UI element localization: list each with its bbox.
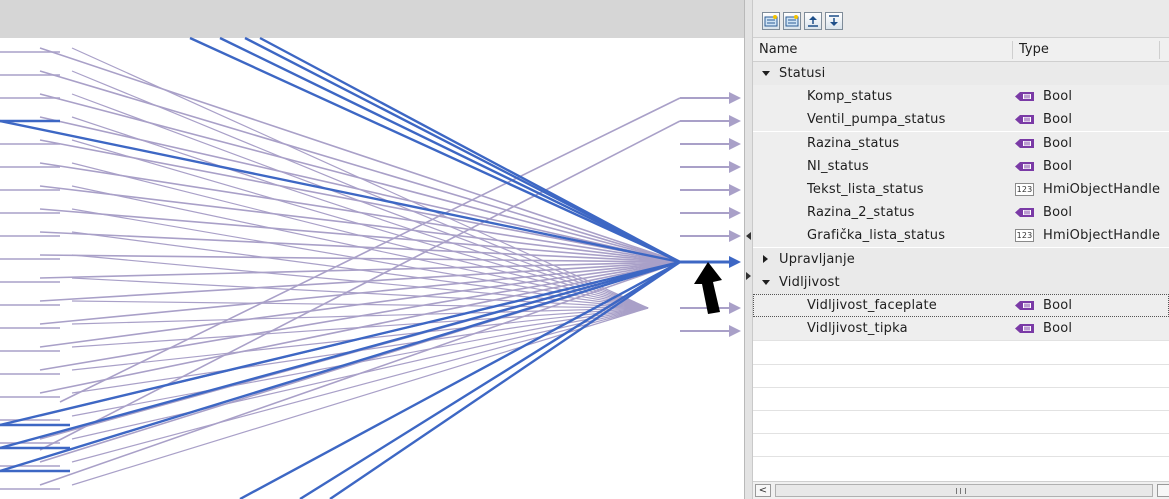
int-icon: 123 <box>1015 183 1034 196</box>
bool-type-icon <box>1015 323 1035 334</box>
move-down-icon <box>829 15 839 26</box>
tag-row[interactable]: NI_status Bool <box>753 154 1169 178</box>
tag-type: HmiObjectHandle <box>1043 228 1161 244</box>
tag-type: Bool <box>1043 89 1073 105</box>
scroll-right-button[interactable] <box>1157 484 1169 497</box>
tag-type: HmiObjectHandle <box>1043 182 1161 197</box>
tree-group-vidljivost[interactable]: Vidljivost <box>753 270 1169 294</box>
collapse-left-icon[interactable] <box>746 232 751 240</box>
tag-row[interactable]: Razina_status Bool <box>753 131 1169 155</box>
tag-type: Bool <box>1043 298 1073 313</box>
bool-icon <box>1015 161 1034 171</box>
tag-name: Vidljivost_faceplate <box>807 298 937 313</box>
empty-row-line <box>753 456 1169 458</box>
horizontal-scrollbar[interactable]: < <box>753 481 1169 499</box>
tag-panel: Name Type Statusi Komp_status Bool Ventil_p… <box>753 0 1169 499</box>
bool-type-icon <box>1015 300 1035 311</box>
tree-group-upravljanje[interactable]: Upravljanje <box>753 247 1169 271</box>
tree-group-statusi[interactable]: Statusi <box>753 62 1169 85</box>
bool-icon <box>1015 324 1034 334</box>
move-down-button[interactable] <box>825 12 843 30</box>
tag-row[interactable]: Grafička_lista_status 123 HmiObjectHandle <box>753 224 1169 248</box>
tag-type: Bool <box>1043 205 1073 221</box>
column-divider[interactable] <box>1159 41 1160 59</box>
bool-icon <box>1015 115 1034 125</box>
connection-canvas[interactable] <box>0 0 744 499</box>
tag-type: Bool <box>1043 158 1073 174</box>
tag-name: NI_status <box>807 158 869 174</box>
empty-row-line <box>753 433 1169 435</box>
tag-type: Bool <box>1043 321 1073 337</box>
tag-name: Grafička_lista_status <box>807 228 946 244</box>
column-header-name[interactable]: Name <box>759 42 797 57</box>
bool-icon <box>1015 208 1034 218</box>
column-header-type[interactable]: Type <box>1019 42 1049 57</box>
expand-right-icon[interactable] <box>746 272 751 280</box>
bool-type-icon <box>1015 91 1035 102</box>
panel-toolbar <box>753 0 1169 38</box>
bool-type-icon <box>1015 114 1035 125</box>
bool-type-icon <box>1015 138 1035 149</box>
bool-icon <box>1015 92 1034 102</box>
add-struct-button[interactable] <box>783 12 801 30</box>
group-label: Upravljanje <box>779 251 856 267</box>
tag-name: Vidljivost_tipka <box>807 321 908 337</box>
tag-type: Bool <box>1043 135 1073 151</box>
empty-row-line <box>753 340 1169 342</box>
tag-row[interactable]: Vidljivost_faceplate Bool <box>753 294 1169 317</box>
empty-row-line <box>753 363 1169 365</box>
add-tag-icon <box>764 15 778 27</box>
int-icon: 123 <box>1015 229 1034 243</box>
tag-name: Razina_2_status <box>807 205 915 221</box>
move-up-button[interactable] <box>804 12 822 30</box>
scroll-grip-icon <box>956 488 966 494</box>
group-label: Statusi <box>779 66 826 81</box>
tag-type: Bool <box>1043 112 1073 128</box>
add-tag-button[interactable] <box>762 12 780 30</box>
column-header: Name Type <box>753 38 1169 62</box>
tag-row[interactable]: Ventil_pumpa_status Bool <box>753 108 1169 132</box>
add-struct-icon <box>785 15 799 27</box>
expand-arrow-icon[interactable] <box>763 254 768 263</box>
bool-icon <box>1015 301 1034 310</box>
empty-row-line <box>753 410 1169 411</box>
tag-name: Tekst_lista_status <box>807 182 924 197</box>
collapse-arrow-icon[interactable] <box>762 279 770 285</box>
tag-row[interactable]: Tekst_lista_status 123 HmiObjectHandle <box>753 178 1169 201</box>
panel-splitter[interactable] <box>744 0 753 499</box>
tag-row[interactable]: Vidljivost_tipka Bool <box>753 317 1169 341</box>
empty-row-line <box>753 386 1169 388</box>
column-divider[interactable] <box>1012 41 1013 59</box>
up-arrow-cursor-icon <box>694 262 722 314</box>
tag-name: Ventil_pumpa_status <box>807 112 946 128</box>
tag-name: Komp_status <box>807 89 893 105</box>
group-label: Vidljivost <box>779 274 840 290</box>
move-up-icon <box>808 16 818 27</box>
bool-type-icon <box>1015 207 1035 218</box>
bool-icon <box>1015 138 1034 148</box>
tag-row[interactable]: Razina_2_status Bool <box>753 201 1169 225</box>
bool-type-icon <box>1015 161 1035 172</box>
scroll-thumb[interactable] <box>775 484 1153 497</box>
collapse-arrow-icon[interactable] <box>762 71 770 76</box>
cursor-overlay <box>694 262 722 314</box>
tag-row[interactable]: Komp_status Bool <box>753 85 1169 109</box>
scroll-left-button[interactable]: < <box>755 484 771 497</box>
tag-name: Razina_status <box>807 135 900 151</box>
